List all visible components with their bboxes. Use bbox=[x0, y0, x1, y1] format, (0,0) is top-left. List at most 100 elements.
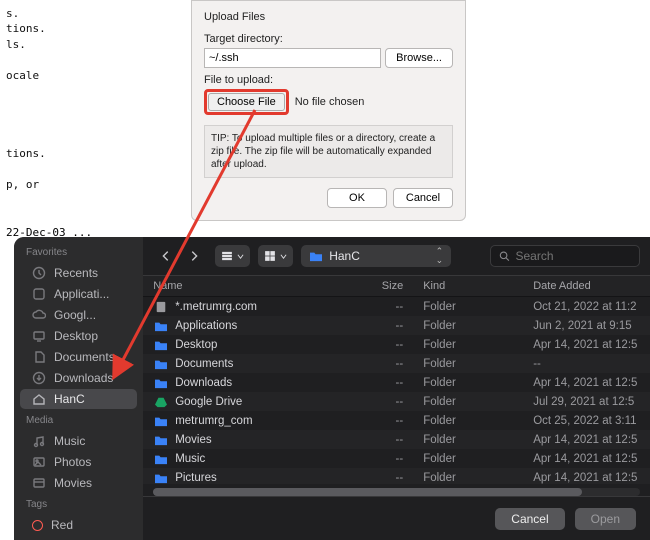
view-list-menu[interactable] bbox=[215, 245, 250, 267]
forward-button[interactable] bbox=[181, 245, 207, 267]
file-name: Movies bbox=[175, 434, 353, 446]
horizontal-scrollbar[interactable] bbox=[153, 488, 640, 496]
column-headers[interactable]: Name Size Kind Date Added bbox=[143, 275, 650, 297]
file-name: *.metrumrg.com bbox=[175, 301, 353, 313]
gdrive-icon bbox=[153, 395, 169, 409]
folder-icon bbox=[309, 250, 323, 262]
sidebar-item-label: Music bbox=[54, 434, 85, 448]
choose-file-button[interactable]: Choose File bbox=[208, 93, 285, 111]
table-row[interactable]: Documents--Folder-- bbox=[143, 354, 650, 373]
file-date: Apr 14, 2021 at 12:5 bbox=[533, 434, 640, 446]
folder-icon bbox=[153, 319, 169, 333]
file-date: Oct 25, 2022 at 3:11 bbox=[533, 415, 640, 427]
choose-file-highlight: Choose File bbox=[204, 89, 289, 115]
table-row[interactable]: Applications--FolderJun 2, 2021 at 9:15 bbox=[143, 316, 650, 335]
sidebar-item-photos[interactable]: Photos bbox=[20, 452, 137, 472]
folder-icon bbox=[153, 471, 169, 485]
ok-button[interactable]: OK bbox=[327, 188, 387, 208]
search-field[interactable] bbox=[490, 245, 640, 267]
file-date: Jun 2, 2021 at 9:15 bbox=[533, 320, 640, 332]
file-kind: Folder bbox=[423, 453, 533, 465]
file-size: -- bbox=[353, 415, 423, 427]
file-size: -- bbox=[353, 377, 423, 389]
app-icon bbox=[32, 287, 46, 301]
column-name[interactable]: Name bbox=[153, 280, 353, 292]
file-kind: Folder bbox=[423, 434, 533, 446]
file-kind: Folder bbox=[423, 377, 533, 389]
folder-icon bbox=[153, 338, 169, 352]
picker-cancel-button[interactable]: Cancel bbox=[495, 508, 564, 530]
no-file-text: No file chosen bbox=[295, 96, 365, 108]
sidebar-item-applicati[interactable]: Applicati... bbox=[20, 284, 137, 304]
column-kind[interactable]: Kind bbox=[423, 280, 533, 292]
sidebar-item-hanc[interactable]: HanC bbox=[20, 389, 137, 409]
search-icon bbox=[499, 250, 510, 262]
location-popup[interactable]: HanC ⌃⌄ bbox=[301, 245, 451, 267]
search-input[interactable] bbox=[516, 249, 632, 263]
file-size: -- bbox=[353, 339, 423, 351]
table-row[interactable]: Downloads--FolderApr 14, 2021 at 12:5 bbox=[143, 373, 650, 392]
folder-icon bbox=[153, 376, 169, 390]
file-kind: Folder bbox=[423, 358, 533, 370]
file-name: Applications bbox=[175, 320, 353, 332]
sidebar-item-label: Recents bbox=[54, 266, 98, 280]
table-row[interactable]: Music--FolderApr 14, 2021 at 12:5 bbox=[143, 449, 650, 468]
table-row[interactable]: metrumrg_com--FolderOct 25, 2022 at 3:11 bbox=[143, 411, 650, 430]
picker-open-button[interactable]: Open bbox=[575, 508, 636, 530]
table-row[interactable]: Google Drive--FolderJul 29, 2021 at 12:5 bbox=[143, 392, 650, 411]
folder-icon bbox=[153, 414, 169, 428]
file-name: Downloads bbox=[175, 377, 353, 389]
sidebar-item-label: Desktop bbox=[54, 329, 98, 343]
file-kind: Folder bbox=[423, 301, 533, 313]
sidebar-tag-orange[interactable]: Orange bbox=[20, 536, 137, 540]
target-dir-label: Target directory: bbox=[204, 33, 453, 45]
table-row[interactable]: *.metrumrg.com--FolderOct 21, 2022 at 11… bbox=[143, 297, 650, 316]
target-dir-input[interactable] bbox=[204, 48, 381, 68]
file-size: -- bbox=[353, 358, 423, 370]
file-kind: Folder bbox=[423, 339, 533, 351]
file-date: Apr 14, 2021 at 12:5 bbox=[533, 377, 640, 389]
toolbar: HanC ⌃⌄ bbox=[143, 237, 650, 275]
movie-icon bbox=[32, 476, 46, 490]
sidebar-heading-favorites: Favorites bbox=[14, 247, 143, 262]
column-date[interactable]: Date Added bbox=[533, 280, 640, 292]
file-size: -- bbox=[353, 301, 423, 313]
file-date: -- bbox=[533, 358, 640, 370]
dialog-footer: Cancel Open bbox=[143, 496, 650, 540]
terminal-bg-top: s. tions. ls. ocale bbox=[0, 0, 52, 89]
browse-button[interactable]: Browse... bbox=[385, 48, 453, 68]
file-size: -- bbox=[353, 396, 423, 408]
sidebar-item-desktop[interactable]: Desktop bbox=[20, 326, 137, 346]
table-row[interactable]: Pictures--FolderApr 14, 2021 at 12:5 bbox=[143, 468, 650, 484]
sidebar-item-recents[interactable]: Recents bbox=[20, 263, 137, 283]
tip-text: TIP: To upload multiple files or a direc… bbox=[204, 125, 453, 178]
file-kind: Folder bbox=[423, 472, 533, 484]
upload-files-dialog: Upload Files Target directory: Browse...… bbox=[191, 0, 466, 221]
sidebar-heading-media: Media bbox=[14, 415, 143, 430]
back-button[interactable] bbox=[153, 245, 179, 267]
home-icon bbox=[32, 392, 46, 406]
sidebar-item-label: HanC bbox=[54, 392, 85, 406]
sidebar-item-label: Photos bbox=[54, 455, 91, 469]
cloud-icon bbox=[32, 308, 46, 322]
table-row[interactable]: Movies--FolderApr 14, 2021 at 12:5 bbox=[143, 430, 650, 449]
table-row[interactable]: Desktop--FolderApr 14, 2021 at 12:5 bbox=[143, 335, 650, 354]
file-list: *.metrumrg.com--FolderOct 21, 2022 at 11… bbox=[143, 297, 650, 484]
sidebar-item-downloads[interactable]: Downloads bbox=[20, 368, 137, 388]
group-menu[interactable] bbox=[258, 245, 293, 267]
sidebar-item-label: Downloads bbox=[54, 371, 113, 385]
sidebar-item-documents[interactable]: Documents bbox=[20, 347, 137, 367]
sidebar-item-movies[interactable]: Movies bbox=[20, 473, 137, 493]
sidebar-item-googl[interactable]: Googl... bbox=[20, 305, 137, 325]
sidebar-item-label: Movies bbox=[54, 476, 92, 490]
photo-icon bbox=[32, 455, 46, 469]
tag-dot-icon bbox=[32, 520, 43, 531]
cancel-button[interactable]: Cancel bbox=[393, 188, 453, 208]
column-size[interactable]: Size bbox=[353, 280, 423, 292]
folder-icon bbox=[153, 452, 169, 466]
chevron-updown-icon: ⌃⌄ bbox=[436, 247, 444, 265]
folder-icon bbox=[153, 357, 169, 371]
sidebar-item-label: Red bbox=[51, 518, 73, 532]
sidebar-tag-red[interactable]: Red bbox=[20, 515, 137, 535]
sidebar-item-music[interactable]: Music bbox=[20, 431, 137, 451]
